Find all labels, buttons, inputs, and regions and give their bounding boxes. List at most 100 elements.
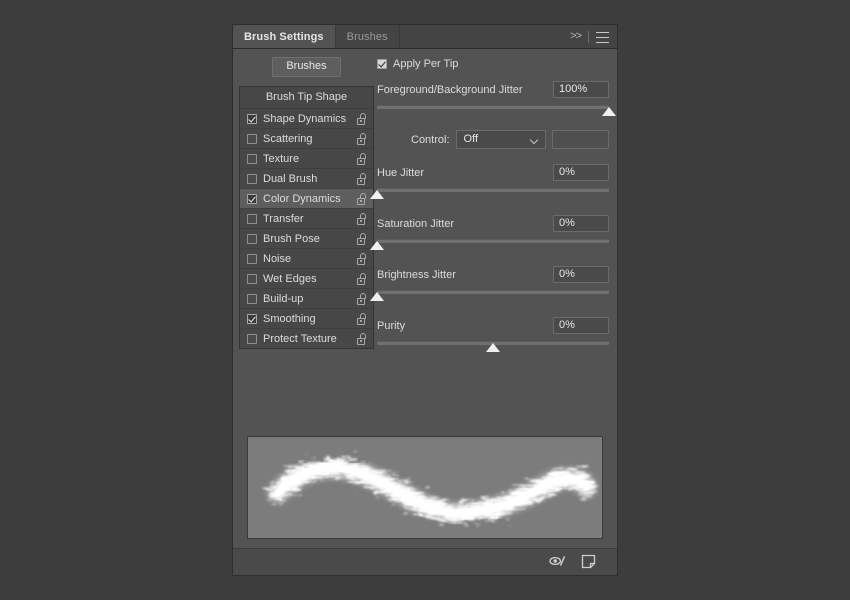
chevron-double-right-icon[interactable]: >>: [570, 31, 582, 42]
slider-track-fg-bg-jitter: [377, 105, 609, 109]
option-row-smoothing[interactable]: Smoothing: [240, 308, 373, 328]
checkbox-protect-texture[interactable]: [247, 333, 257, 344]
option-row-brush-pose[interactable]: Brush Pose: [240, 228, 373, 248]
new-brush-page-icon[interactable]: [581, 554, 599, 570]
tab-brushes[interactable]: Brushes: [335, 25, 400, 48]
slider-track-brightness-jitter: [377, 290, 609, 294]
apply-per-tip-row[interactable]: Apply Per Tip: [377, 49, 609, 76]
tab-brush-settings-label: Brush Settings: [244, 30, 324, 43]
panel-body: Brushes Brush Tip Shape Shape Dynamics S…: [233, 49, 617, 575]
brightness-jitter-row: Brightness Jitter 0%: [377, 265, 609, 284]
label-color-dynamics: Color Dynamics: [263, 192, 341, 205]
checkbox-build-up[interactable]: [247, 293, 257, 304]
slider-thumb-purity[interactable]: [486, 343, 500, 352]
photoshop-brush-settings-screen: Brush Settings Brushes >> Brushes Brush …: [0, 0, 850, 600]
lock-icon-protect-texture[interactable]: [356, 332, 367, 345]
tab-brush-settings[interactable]: Brush Settings: [233, 25, 336, 48]
brush-tip-shape-header[interactable]: Brush Tip Shape: [240, 87, 373, 108]
label-brush-pose: Brush Pose: [263, 232, 320, 245]
brushes-button-wrapper: Brushes: [239, 49, 374, 86]
lock-icon-shape-dynamics[interactable]: [356, 112, 367, 125]
lock-icon-transfer[interactable]: [356, 212, 367, 225]
label-hue-jitter: Hue Jitter: [377, 166, 425, 179]
option-row-texture[interactable]: Texture: [240, 148, 373, 168]
slider-brightness-jitter[interactable]: [370, 287, 609, 303]
label-brightness-jitter: Brightness Jitter: [377, 268, 456, 281]
label-saturation-jitter: Saturation Jitter: [377, 217, 455, 230]
option-row-noise[interactable]: Noise: [240, 248, 373, 268]
control-row: Control: Off: [377, 130, 609, 149]
slider-fg-bg-jitter[interactable]: [377, 102, 616, 118]
label-fg-bg-jitter: Foreground/Background Jitter: [377, 83, 523, 96]
checkbox-texture[interactable]: [247, 153, 257, 164]
label-transfer: Transfer: [263, 212, 304, 225]
lock-icon-dual-brush[interactable]: [356, 172, 367, 185]
checkbox-dual-brush[interactable]: [247, 173, 257, 184]
option-row-color-dynamics[interactable]: Color Dynamics: [240, 188, 373, 208]
label-shape-dynamics: Shape Dynamics: [263, 112, 347, 125]
option-row-build-up[interactable]: Build-up: [240, 288, 373, 308]
checkbox-scattering[interactable]: [247, 133, 257, 144]
label-smoothing: Smoothing: [263, 312, 316, 325]
slider-thumb-brightness-jitter[interactable]: [370, 292, 384, 301]
option-row-protect-texture[interactable]: Protect Texture: [240, 328, 373, 348]
option-row-transfer[interactable]: Transfer: [240, 208, 373, 228]
slider-purity[interactable]: [377, 338, 609, 354]
checkbox-smoothing[interactable]: [247, 313, 257, 324]
color-dynamics-settings: Apply Per Tip Foreground/Background Jitt…: [370, 49, 616, 354]
input-hue-jitter[interactable]: 0%: [553, 164, 609, 181]
tab-brushes-label: Brushes: [346, 30, 388, 43]
lock-icon-build-up[interactable]: [356, 292, 367, 305]
label-wet-edges: Wet Edges: [263, 272, 317, 285]
label-build-up: Build-up: [263, 292, 304, 305]
panel-tab-bar: Brush Settings Brushes >>: [233, 25, 617, 49]
input-saturation-jitter[interactable]: 0%: [553, 215, 609, 232]
lock-icon-scattering[interactable]: [356, 132, 367, 145]
checkbox-transfer[interactable]: [247, 213, 257, 224]
label-noise: Noise: [263, 252, 292, 265]
slider-thumb-hue-jitter[interactable]: [370, 190, 384, 199]
select-control-value: Off: [463, 133, 479, 145]
slider-thumb-saturation-jitter[interactable]: [370, 241, 384, 250]
option-row-wet-edges[interactable]: Wet Edges: [240, 268, 373, 288]
tab-bar-divider: [588, 30, 589, 43]
input-control-extra[interactable]: [552, 130, 609, 149]
select-control[interactable]: Off: [455, 130, 547, 149]
label-apply-per-tip: Apply Per Tip: [393, 58, 459, 70]
input-fg-bg-jitter[interactable]: 100%: [553, 81, 609, 98]
lock-icon-noise[interactable]: [356, 252, 367, 265]
hamburger-menu-icon[interactable]: [596, 31, 609, 43]
option-row-scattering[interactable]: Scattering: [240, 128, 373, 148]
chevron-down-icon: [531, 137, 538, 141]
option-row-shape-dynamics[interactable]: Shape Dynamics: [240, 108, 373, 128]
label-scattering: Scattering: [263, 132, 313, 145]
slider-thumb-fg-bg-jitter[interactable]: [602, 107, 616, 116]
lock-icon-wet-edges[interactable]: [356, 272, 367, 285]
checkbox-color-dynamics[interactable]: [247, 193, 257, 204]
lock-icon-brush-pose[interactable]: [356, 232, 367, 245]
eye-brush-icon[interactable]: [549, 554, 567, 570]
slider-saturation-jitter[interactable]: [370, 236, 609, 252]
lock-icon-smoothing[interactable]: [356, 312, 367, 325]
lock-icon-texture[interactable]: [356, 152, 367, 165]
lock-icon-color-dynamics[interactable]: [356, 192, 367, 205]
brushes-button[interactable]: Brushes: [272, 57, 341, 77]
checkbox-noise[interactable]: [247, 253, 257, 264]
checkbox-brush-pose[interactable]: [247, 233, 257, 244]
tab-bar-tools: >>: [566, 25, 617, 48]
checkbox-wet-edges[interactable]: [247, 273, 257, 284]
option-row-dual-brush[interactable]: Dual Brush: [240, 168, 373, 188]
input-brightness-jitter[interactable]: 0%: [553, 266, 609, 283]
purity-row: Purity 0%: [377, 316, 609, 335]
brush-stroke-preview: [247, 436, 603, 539]
slider-hue-jitter[interactable]: [370, 185, 609, 201]
label-texture: Texture: [263, 152, 300, 165]
brush-settings-panel: Brush Settings Brushes >> Brushes Brush …: [232, 24, 618, 576]
fg-bg-jitter-row: Foreground/Background Jitter 100%: [377, 80, 609, 99]
input-purity[interactable]: 0%: [553, 317, 609, 334]
slider-track-hue-jitter: [377, 188, 609, 192]
label-dual-brush: Dual Brush: [263, 172, 318, 185]
brush-options-list: Brush Tip Shape Shape Dynamics Scatterin…: [239, 86, 374, 349]
checkbox-apply-per-tip[interactable]: [377, 59, 387, 69]
checkbox-shape-dynamics[interactable]: [247, 113, 257, 124]
